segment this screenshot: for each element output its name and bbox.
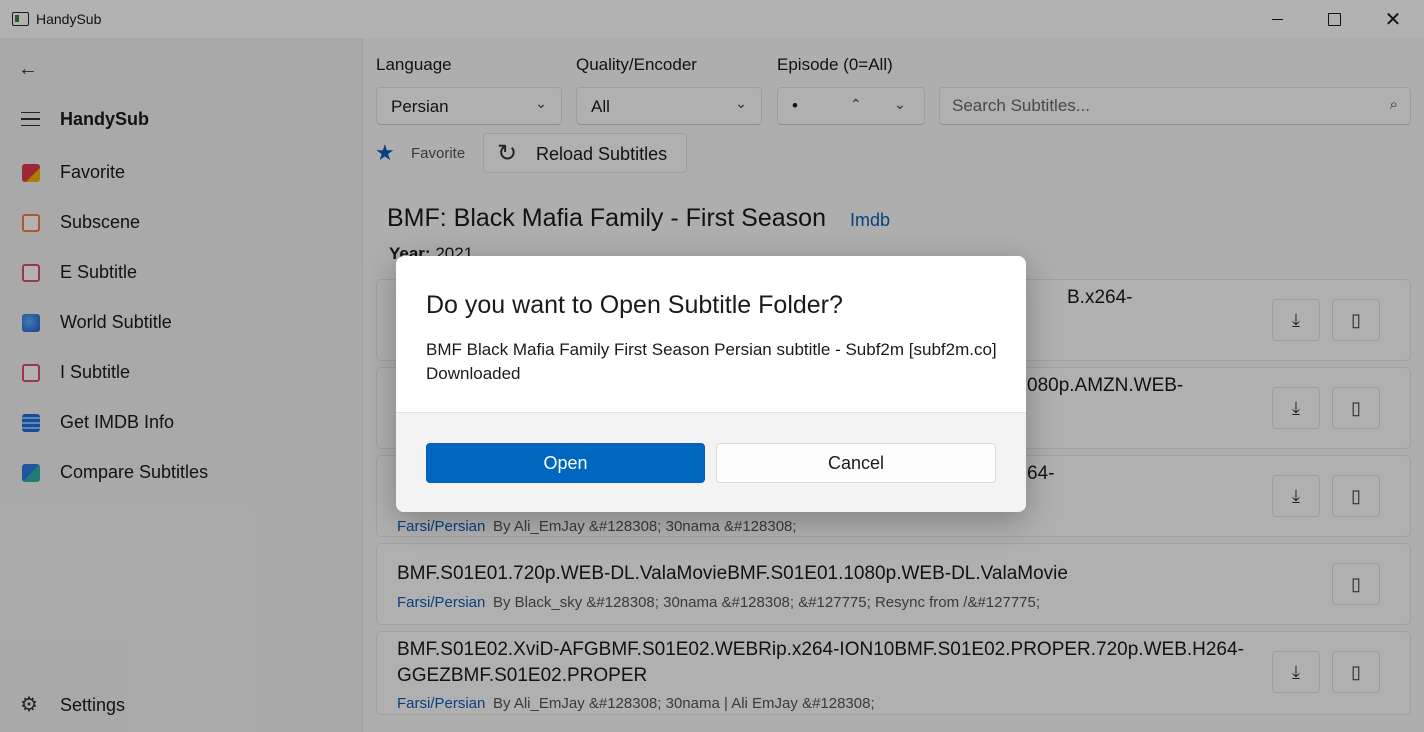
dialog-footer: Open Cancel [396,412,1026,512]
open-button[interactable]: Open [426,443,705,483]
open-folder-dialog: Do you want to Open Subtitle Folder? BMF… [396,256,1026,512]
dialog-title: Do you want to Open Subtitle Folder? [426,291,843,319]
dialog-message: BMF Black Mafia Family First Season Pers… [426,340,997,383]
cancel-button[interactable]: Cancel [716,443,996,483]
